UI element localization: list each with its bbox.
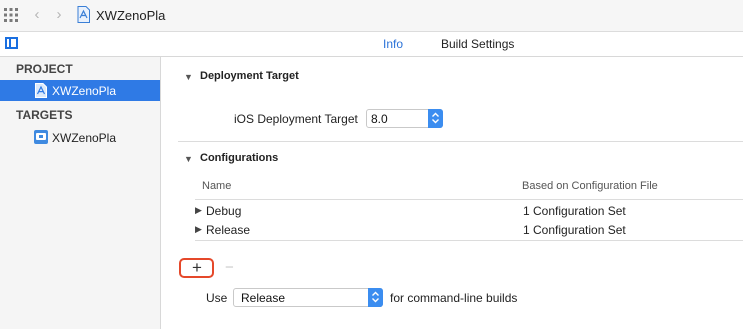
section-divider <box>178 141 743 142</box>
remove-configuration-button[interactable]: − <box>225 259 234 276</box>
ios-deployment-target-select[interactable]: 8.0 <box>366 109 443 128</box>
project-file-icon <box>77 6 90 23</box>
chevron-down-icon <box>428 109 443 128</box>
row-disclosure-icon[interactable]: ▶ <box>195 205 202 216</box>
tab-info[interactable]: Info <box>383 37 403 51</box>
tab-build-settings[interactable]: Build Settings <box>441 37 514 51</box>
forward-chevron-icon[interactable]: › <box>52 7 66 23</box>
table-header-divider <box>195 199 743 200</box>
target-item-label[interactable]: XWZenoPla <box>52 131 116 145</box>
command-line-builds-value: Release <box>241 291 286 305</box>
column-header-based-on[interactable]: Based on Configuration File <box>522 180 658 192</box>
deployment-disclosure-icon[interactable]: ▼ <box>184 72 193 82</box>
add-configuration-button[interactable]: + <box>192 259 202 276</box>
project-section-header: PROJECT <box>16 62 73 76</box>
configurations-title: Configurations <box>200 152 279 164</box>
config-name: Release <box>206 223 251 237</box>
back-chevron-icon[interactable]: ‹ <box>30 7 44 23</box>
table-bottom-divider <box>195 240 743 241</box>
table-row[interactable]: ▶ Debug 1 Configuration Set <box>195 201 743 220</box>
editor-tab-bar <box>0 32 743 57</box>
chevron-updown-icon <box>368 288 383 307</box>
config-name: Debug <box>206 204 242 218</box>
use-label: Use <box>206 291 228 305</box>
command-line-builds-suffix: for command-line builds <box>390 291 518 305</box>
row-disclosure-icon[interactable]: ▶ <box>195 224 202 235</box>
deployment-target-title: Deployment Target <box>200 70 299 82</box>
ios-deployment-value: 8.0 <box>371 112 388 126</box>
column-header-name[interactable]: Name <box>202 180 231 192</box>
config-based-on: 1 Configuration Set <box>523 223 626 237</box>
command-line-builds-select[interactable]: Release <box>233 288 383 307</box>
targets-section-header: TARGETS <box>16 108 73 122</box>
ios-deployment-label: iOS Deployment Target <box>234 112 358 126</box>
config-based-on: 1 Configuration Set <box>523 204 626 218</box>
configurations-disclosure-icon[interactable]: ▼ <box>184 154 193 164</box>
project-icon <box>35 83 47 98</box>
grid-icon[interactable] <box>4 8 18 22</box>
table-row[interactable]: ▶ Release 1 Configuration Set <box>195 220 743 239</box>
sidebar-toggle-icon[interactable] <box>5 37 18 49</box>
project-item-label: XWZenoPla <box>52 84 117 98</box>
jump-bar-file-name[interactable]: XWZenoPla <box>96 8 165 23</box>
app-target-icon <box>34 130 48 144</box>
